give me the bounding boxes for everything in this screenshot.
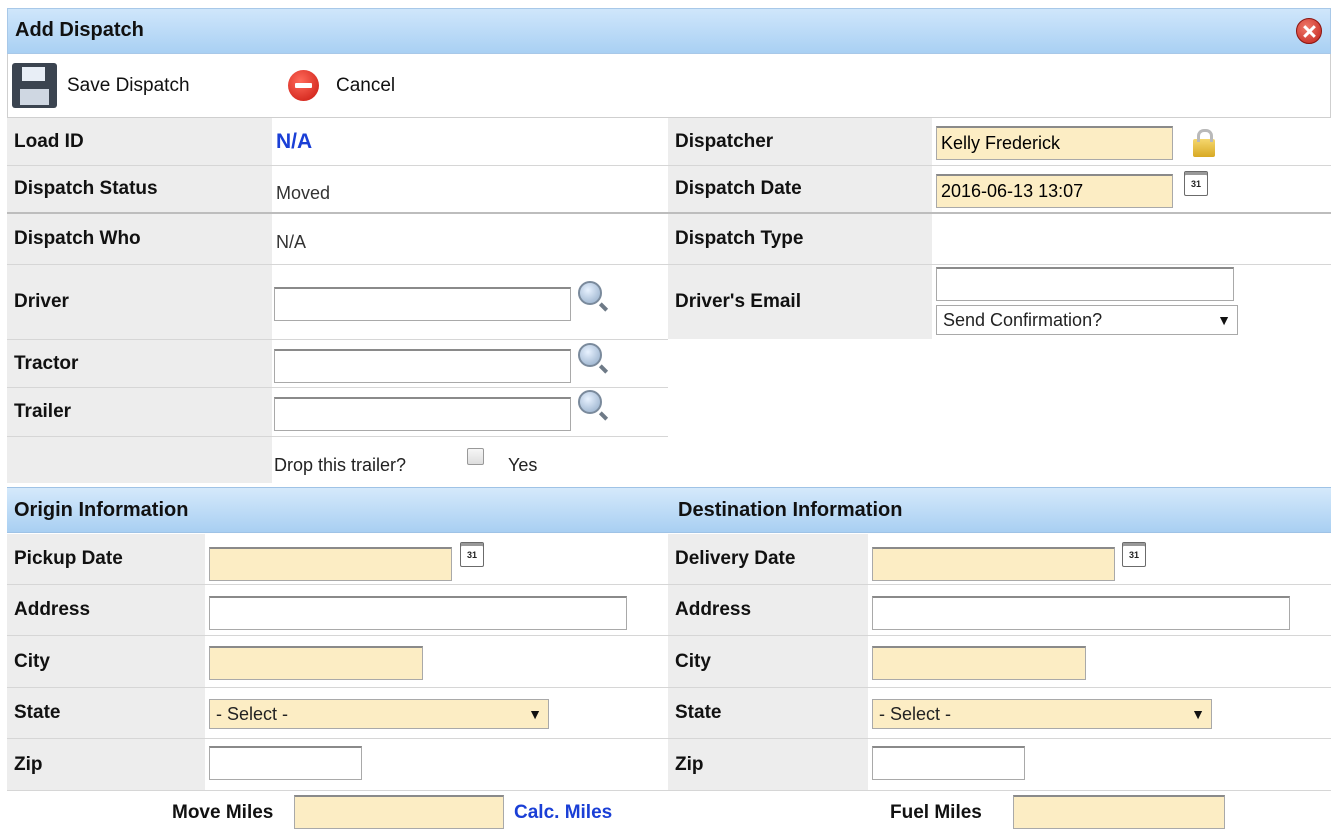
driver-label: Driver (7, 265, 272, 339)
dispatch-date-field[interactable] (936, 174, 1173, 208)
search-icon[interactable] (578, 343, 602, 367)
trailer-label: Trailer (7, 388, 272, 436)
destination-city-field[interactable] (872, 646, 1086, 680)
cancel-icon (288, 70, 319, 101)
dialog-titlebar: Add Dispatch (7, 8, 1331, 54)
tractor-field[interactable] (274, 349, 571, 383)
chevron-down-icon: ▼ (528, 706, 542, 722)
trailer-field[interactable] (274, 397, 571, 431)
destination-zip-field[interactable] (872, 746, 1025, 780)
origin-zip-label: Zip (7, 739, 205, 790)
delivery-date-label: Delivery Date (668, 534, 868, 584)
dispatcher-field[interactable] (936, 126, 1173, 160)
destination-address-label: Address (668, 585, 868, 635)
lock-icon (1193, 129, 1215, 157)
dispatch-who-label: Dispatch Who (7, 214, 272, 264)
chevron-down-icon: ▼ (1191, 706, 1205, 722)
origin-city-field[interactable] (209, 646, 423, 680)
pickup-date-field[interactable] (209, 547, 452, 581)
fuel-miles-label: Fuel Miles (890, 802, 982, 823)
close-icon[interactable] (1296, 18, 1322, 44)
empty-label-cell (7, 437, 272, 483)
calc-miles-link[interactable]: Calc. Miles (514, 802, 612, 824)
cancel-label: Cancel (336, 74, 396, 96)
destination-state-select[interactable]: - Select - ▼ (872, 699, 1212, 729)
save-dispatch-button[interactable]: Save Dispatch (12, 63, 190, 108)
search-icon[interactable] (578, 390, 602, 414)
calendar-icon[interactable]: 31 (1122, 542, 1146, 567)
divider (7, 790, 1331, 791)
fuel-miles-field[interactable] (1013, 795, 1225, 829)
delivery-date-field[interactable] (872, 547, 1115, 581)
dispatch-who-value: N/A (276, 232, 307, 252)
origin-city-label: City (7, 636, 205, 687)
driver-field[interactable] (274, 287, 571, 321)
drivers-email-label: Driver's Email (668, 265, 932, 339)
origin-zip-field[interactable] (209, 746, 362, 780)
section-header-bar: Origin Information Destination Informati… (7, 487, 1331, 533)
drop-trailer-yes-label: Yes (508, 455, 538, 475)
dispatch-type-label: Dispatch Type (668, 214, 932, 264)
toolbar: Save Dispatch Cancel (7, 54, 1331, 118)
origin-state-label: State (7, 688, 205, 738)
load-id-value: N/A (276, 130, 313, 153)
save-dispatch-label: Save Dispatch (67, 74, 190, 96)
calendar-icon[interactable]: 31 (460, 542, 484, 567)
chevron-down-icon: ▼ (1217, 312, 1231, 328)
send-confirmation-value: Send Confirmation? (943, 309, 1103, 330)
origin-state-select[interactable]: - Select - ▼ (209, 699, 549, 729)
floppy-disk-icon (12, 63, 57, 108)
pickup-date-label: Pickup Date (7, 534, 205, 584)
origin-heading: Origin Information (14, 498, 189, 521)
move-miles-field[interactable] (294, 795, 504, 829)
calendar-icon[interactable]: 31 (1184, 171, 1208, 196)
cancel-button[interactable]: Cancel (288, 70, 395, 101)
destination-state-value: - Select - (879, 703, 952, 724)
load-id-label: Load ID (7, 118, 272, 165)
destination-city-label: City (668, 636, 868, 687)
dispatch-status-value: Moved (276, 183, 331, 203)
dialog-title: Add Dispatch (15, 19, 144, 41)
drop-trailer-label: Drop this trailer? (274, 455, 407, 475)
dispatch-status-label: Dispatch Status (7, 166, 272, 212)
dispatcher-label: Dispatcher (668, 118, 932, 165)
origin-state-value: - Select - (216, 703, 289, 724)
destination-zip-label: Zip (668, 739, 868, 790)
search-icon[interactable] (578, 281, 602, 305)
dispatch-date-label: Dispatch Date (668, 166, 932, 212)
drop-trailer-checkbox[interactable] (467, 448, 484, 465)
tractor-label: Tractor (7, 340, 272, 387)
destination-heading: Destination Information (678, 498, 903, 521)
destination-state-label: State (668, 688, 868, 738)
send-confirmation-select[interactable]: Send Confirmation? ▼ (936, 305, 1238, 335)
destination-address-field[interactable] (872, 596, 1290, 630)
drivers-email-field[interactable] (936, 267, 1234, 301)
move-miles-label: Move Miles (172, 802, 274, 823)
origin-address-label: Address (7, 585, 205, 635)
origin-address-field[interactable] (209, 596, 627, 630)
